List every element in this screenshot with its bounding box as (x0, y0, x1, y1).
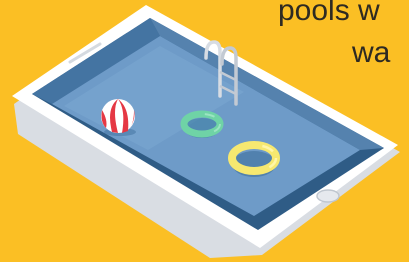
phone-home-button (316, 189, 340, 203)
pool-phone-illustration (12, 5, 400, 258)
